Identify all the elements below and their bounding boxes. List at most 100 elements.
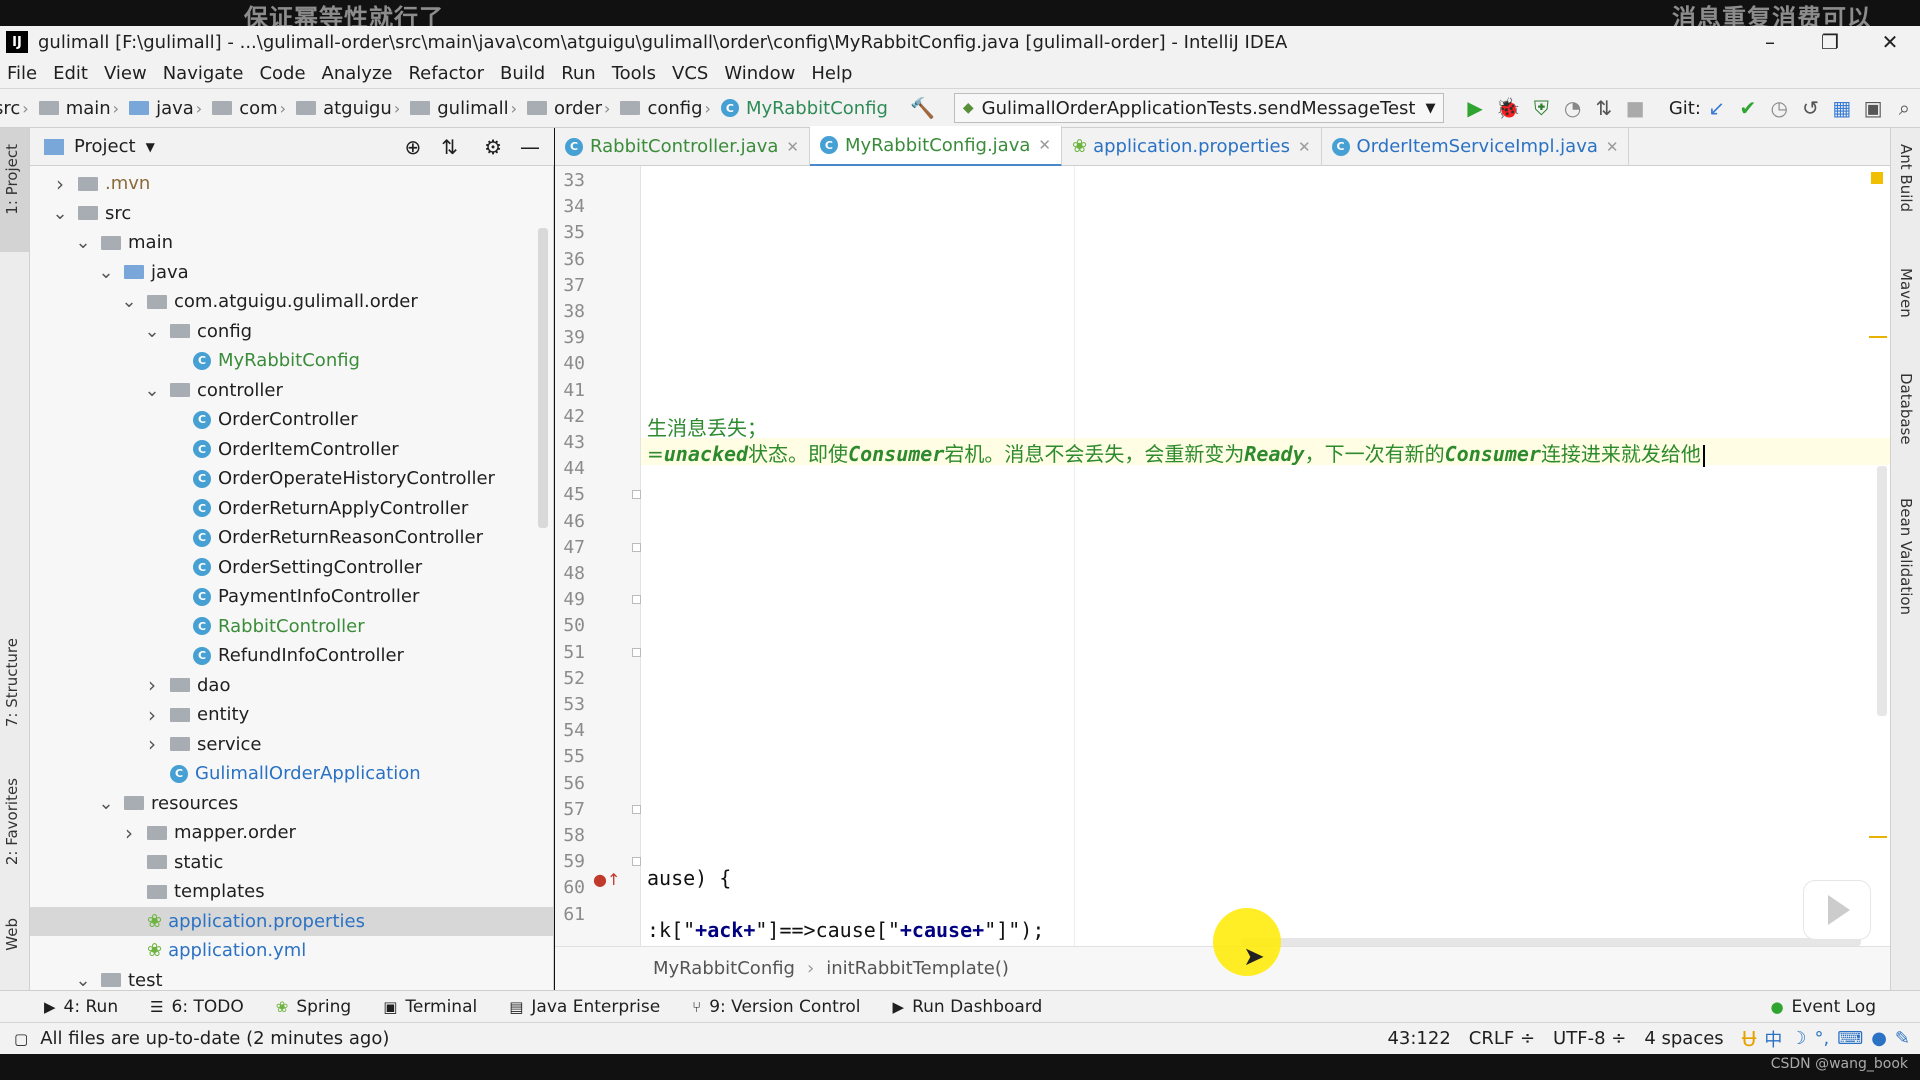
editor-vertical-scrollbar[interactable] <box>1877 466 1887 716</box>
tree-node[interactable]: › .mvn <box>30 169 553 198</box>
tab-application-properties[interactable]: ❀ application.properties ✕ <box>1062 127 1322 166</box>
tree-node[interactable]: ⌄ test <box>30 966 553 991</box>
chevron-right-icon[interactable]: › <box>144 732 160 756</box>
git-commit-icon[interactable]: ✔ <box>1737 95 1758 121</box>
video-play-button[interactable] <box>1803 880 1871 940</box>
git-rollback-icon[interactable]: ↺ <box>1800 95 1821 121</box>
chevron-down-icon[interactable]: ▼ <box>146 140 155 154</box>
tree-node[interactable]: ⌄ main <box>30 228 553 257</box>
file-encoding[interactable]: UTF-8 ÷ <box>1553 1028 1626 1049</box>
fold-marker-icon[interactable] <box>632 647 641 657</box>
tree-node[interactable]: › service <box>30 730 553 759</box>
tree-node[interactable]: C OrderSettingController <box>30 553 553 582</box>
tree-scrollbar[interactable] <box>538 228 548 528</box>
override-marker-icon[interactable]: ●↑ <box>593 870 620 889</box>
menu-window[interactable]: Window <box>724 63 795 84</box>
tool-window-terminal[interactable]: ▣ Terminal <box>383 997 477 1017</box>
tree-node[interactable]: ⌄ resources <box>30 789 553 818</box>
fold-marker-icon[interactable] <box>632 595 641 605</box>
tool-tab-structure[interactable]: 7: Structure <box>3 638 21 727</box>
tool-window-todo[interactable]: ☰ 6: TODO <box>150 997 244 1017</box>
tree-node[interactable]: C OrderItemController <box>30 435 553 464</box>
toggle-tool-windows-icon[interactable]: ▢ <box>14 1030 28 1048</box>
tree-node[interactable]: ⌄ src <box>30 199 553 228</box>
tab-myrabbitconfig[interactable]: C MyRabbitConfig.java ✕ <box>809 126 1062 167</box>
tree-node[interactable]: static <box>30 848 553 877</box>
fold-marker-icon[interactable] <box>632 542 641 552</box>
indent-setting[interactable]: 4 spaces <box>1644 1028 1723 1049</box>
line-separator[interactable]: CRLF ÷ <box>1469 1028 1535 1049</box>
menu-run[interactable]: Run <box>561 63 596 84</box>
close-tab-icon[interactable]: ✕ <box>1298 138 1311 156</box>
tool-window-spring[interactable]: ❀ Spring <box>276 997 351 1017</box>
maximize-button[interactable]: ❐ <box>1800 26 1860 58</box>
breadcrumb-class[interactable]: MyRabbitConfig <box>653 958 795 979</box>
caret-position[interactable]: 43:122 <box>1387 1028 1450 1049</box>
chevron-down-icon[interactable]: ⌄ <box>144 380 160 401</box>
tree-node[interactable]: ❀ application.yml <box>30 936 553 965</box>
nav-crumb-com[interactable]: com › <box>212 98 292 119</box>
fold-marker-icon[interactable] <box>632 490 641 500</box>
analysis-status-icon[interactable] <box>1871 172 1883 184</box>
project-structure-icon[interactable]: ▦ <box>1831 95 1852 121</box>
stop-icon[interactable]: ■ <box>1625 95 1646 121</box>
close-tab-icon[interactable]: ✕ <box>786 138 799 156</box>
nav-crumb-src[interactable]: src› <box>0 98 35 119</box>
settings-gear-icon[interactable]: ⚙ <box>484 135 502 159</box>
nav-crumb-main[interactable]: main › <box>38 98 125 119</box>
ime-chinese-indicator[interactable]: 中 <box>1764 1026 1782 1052</box>
nav-crumb-order[interactable]: order › <box>527 98 616 119</box>
nav-crumb-java[interactable]: java › <box>129 98 208 119</box>
tool-tab-web[interactable]: Web <box>3 918 21 951</box>
tool-window-event-log[interactable]: ● Event Log <box>1770 997 1876 1017</box>
chevron-down-icon[interactable]: ⌄ <box>121 291 137 312</box>
tree-node[interactable]: C PaymentInfoController <box>30 582 553 611</box>
close-tab-icon[interactable]: ✕ <box>1038 136 1051 154</box>
chevron-right-icon[interactable]: › <box>144 673 160 697</box>
tree-node[interactable]: C RefundInfoController <box>30 641 553 670</box>
tool-window-version-control[interactable]: ⑂ 9: Version Control <box>692 997 860 1017</box>
tree-node[interactable]: ⌄ config <box>30 317 553 346</box>
menu-analyze[interactable]: Analyze <box>322 63 393 84</box>
tool-tab-bean-validation[interactable]: Bean Validation <box>1897 498 1915 615</box>
tree-node[interactable]: C MyRabbitConfig <box>30 346 553 375</box>
tree-node[interactable]: C OrderReturnReasonController <box>30 523 553 552</box>
tree-node[interactable]: ⌄ com.atguigu.gulimall.order <box>30 287 553 316</box>
chevron-right-icon[interactable]: › <box>52 172 68 196</box>
tree-node[interactable]: › entity <box>30 700 553 729</box>
tab-rabbitcontroller[interactable]: C RabbitController.java ✕ <box>555 127 810 166</box>
git-update-icon[interactable]: ↙ <box>1706 95 1727 121</box>
run-configuration-select[interactable]: ◆ GulimallOrderApplicationTests.sendMess… <box>953 93 1445 123</box>
run-icon[interactable]: ▶ <box>1464 95 1485 121</box>
menu-build[interactable]: Build <box>500 63 545 84</box>
menu-help[interactable]: Help <box>811 63 852 84</box>
tree-node[interactable]: › dao <box>30 671 553 700</box>
tab-orderitemserviceimpl[interactable]: C OrderItemServiceImpl.java ✕ <box>1322 127 1630 166</box>
menu-view[interactable]: View <box>104 63 147 84</box>
fold-marker-icon[interactable] <box>632 804 641 814</box>
hide-panel-icon[interactable]: — <box>520 135 540 159</box>
chevron-down-icon[interactable]: ⌄ <box>75 970 91 991</box>
tree-node[interactable]: C RabbitController <box>30 612 553 641</box>
tree-node[interactable]: ⌄ controller <box>30 376 553 405</box>
chevron-right-icon[interactable]: › <box>144 703 160 727</box>
tool-tab-ant-build[interactable]: Ant Build <box>1897 144 1915 212</box>
nav-crumb-current-class[interactable]: C MyRabbitConfig <box>720 98 888 119</box>
tool-tab-favorites[interactable]: 2: Favorites <box>3 778 21 865</box>
tree-node[interactable]: C GulimallOrderApplication <box>30 759 553 788</box>
build-hammer-icon[interactable]: 🔨 <box>910 95 935 121</box>
tree-node[interactable]: ⌄ java <box>30 258 553 287</box>
menu-edit[interactable]: Edit <box>53 63 88 84</box>
search-everywhere-icon[interactable]: ⌕ <box>1894 95 1915 121</box>
chevron-down-icon[interactable]: ⌄ <box>98 262 114 283</box>
menu-navigate[interactable]: Navigate <box>163 63 244 84</box>
coverage-icon[interactable]: ⛨ <box>1531 95 1552 121</box>
menu-file[interactable]: File <box>7 63 37 84</box>
tool-window-run-dashboard[interactable]: ▶ Run Dashboard <box>893 997 1043 1017</box>
chevron-down-icon[interactable]: ⌄ <box>52 203 68 224</box>
menu-code[interactable]: Code <box>259 63 305 84</box>
chevron-down-icon[interactable]: ⌄ <box>75 232 91 253</box>
nav-crumb-atguigu[interactable]: atguigu › <box>296 98 406 119</box>
presentation-icon[interactable]: ▣ <box>1862 95 1883 121</box>
tree-node[interactable]: templates <box>30 877 553 906</box>
